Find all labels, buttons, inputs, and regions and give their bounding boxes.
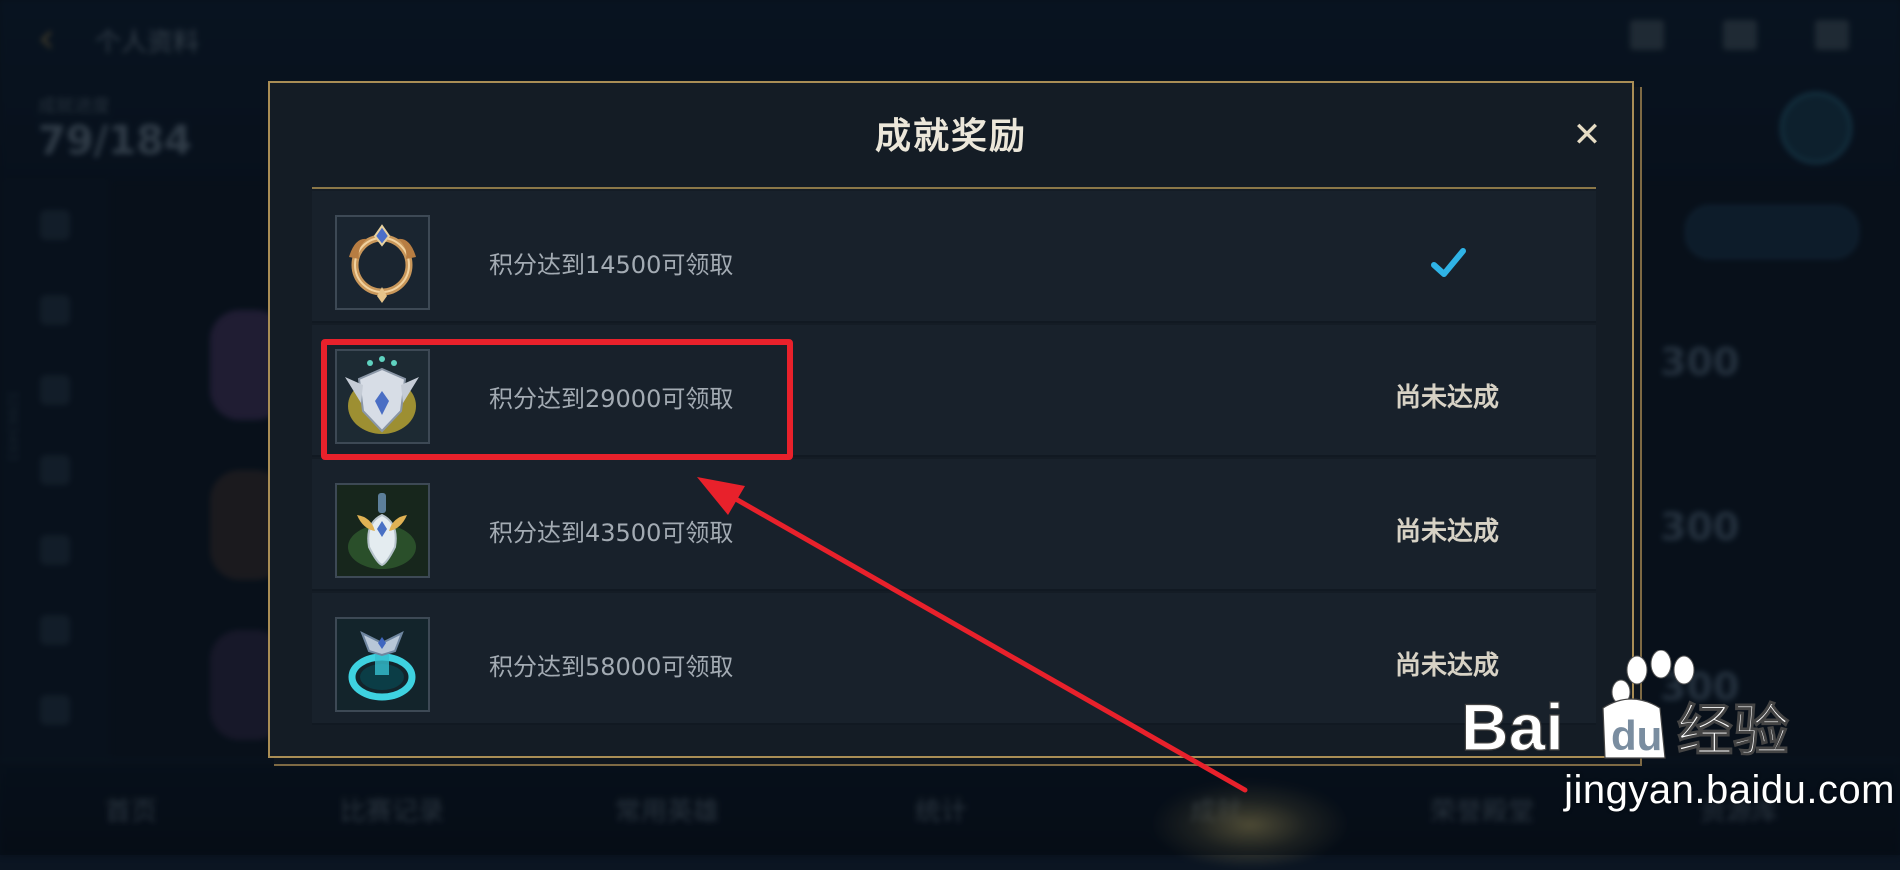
baidu-logo: Bai du 经验: [1460, 650, 1790, 765]
svg-text:du: du: [1611, 712, 1662, 759]
check-icon: [1428, 243, 1468, 283]
reward-row[interactable]: 积分达到14500可领取: [312, 191, 1596, 323]
svg-text:经验: 经验: [1677, 699, 1789, 764]
reward-status: 尚未达成: [1394, 517, 1499, 547]
baidu-jingyan-watermark: Bai du 经验 jingyan.baidu.com: [1455, 650, 1895, 850]
reward-requirement: 积分达到43500可领取: [489, 519, 734, 547]
title-divider: [312, 187, 1596, 189]
winged-emblem-icon: [335, 483, 430, 578]
reward-list[interactable]: 积分达到14500可领取 积分达到29000可领取 尚未达成 积分达到43500…: [312, 191, 1596, 743]
close-button[interactable]: ✕: [1567, 115, 1607, 155]
reward-requirement: 积分达到14500可领取: [489, 251, 734, 279]
dialog-title: 成就奖励: [874, 116, 1027, 157]
cyan-portal-icon: [335, 617, 430, 712]
reward-requirement: 积分达到58000可领取: [489, 653, 734, 681]
watermark-url: jingyan.baidu.com: [1564, 768, 1895, 812]
reward-row[interactable]: 积分达到58000可领取 尚未达成: [312, 593, 1596, 725]
close-icon: ✕: [1572, 115, 1602, 155]
svg-text:Bai: Bai: [1461, 690, 1564, 764]
ring-frame-icon: [335, 215, 430, 310]
reward-row[interactable]: 积分达到43500可领取 尚未达成: [312, 459, 1596, 591]
reward-status: 尚未达成: [1394, 383, 1499, 413]
annotation-highlight-box: [321, 339, 793, 460]
